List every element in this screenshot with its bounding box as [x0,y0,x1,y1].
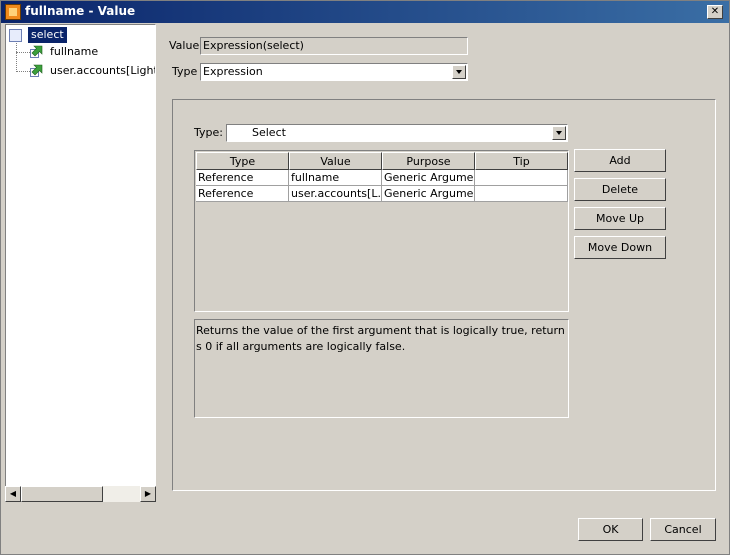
window-title: fullname - Value [25,4,136,18]
arguments-table: Type Value Purpose Tip Reference fullnam… [194,150,569,312]
move-down-button[interactable]: Move Down [574,236,666,259]
table-cell [475,170,568,186]
arrow-right-icon: ▶ [144,489,152,498]
tree-node-child-label: user.accounts[Lightho [50,64,155,77]
column-header-purpose[interactable]: Purpose [382,152,475,170]
tree-node-root[interactable]: select [6,27,155,43]
table-cell: user.accounts[L... [289,186,382,202]
table-cell: Reference [196,186,289,202]
function-node-icon [9,29,22,42]
arrow-left-icon: ◀ [9,489,17,498]
table-cell: Generic Argument [382,186,475,202]
chevron-down-icon[interactable] [552,126,566,140]
tree-horizontal-scrollbar[interactable]: ◀ ▶ [5,486,156,502]
close-icon: ✕ [710,6,720,17]
function-type-dropdown[interactable]: Select [226,124,568,142]
dialog-window: fullname - Value ✕ select fullname user.… [0,0,730,555]
table-cell: Generic Argument [382,170,475,186]
title-bar: fullname - Value ✕ [1,1,729,23]
scroll-left-button[interactable]: ◀ [5,486,21,502]
value-field: Expression(select) [200,37,468,55]
column-header-value[interactable]: Value [289,152,382,170]
expression-tree: select fullname user.accounts[Lightho [5,24,156,502]
reference-arrow-icon [30,64,43,77]
chevron-down-icon[interactable] [452,65,466,79]
move-up-button[interactable]: Move Up [574,207,666,230]
type-dropdown[interactable]: Expression [200,63,468,81]
scroll-right-button[interactable]: ▶ [140,486,156,502]
function-description: Returns the value of the first argument … [194,319,569,418]
delete-button[interactable]: Delete [574,178,666,201]
column-header-type[interactable]: Type [196,152,289,170]
close-button[interactable]: ✕ [707,5,723,19]
scroll-thumb[interactable] [21,486,103,502]
inner-type-label: Type: [194,126,223,139]
table-cell: Reference [196,170,289,186]
tree-node-root-label: select [28,27,67,43]
value-label: Value [169,39,200,52]
type-dropdown-value: Expression [203,65,263,78]
add-button[interactable]: Add [574,149,666,172]
tree-node-child-label: fullname [50,45,99,58]
description-text: Returns the value of the first argument … [196,324,565,353]
app-icon [5,4,21,20]
tree-node-child[interactable]: fullname [6,44,155,60]
reference-arrow-icon [30,45,43,58]
table-cell [475,186,568,202]
table-cell: fullname [289,170,382,186]
cancel-button[interactable]: Cancel [650,518,716,541]
ok-button[interactable]: OK [578,518,643,541]
function-type-value: Select [252,126,286,139]
type-label: Type [172,65,198,78]
value-field-text: Expression(select) [203,39,304,52]
column-header-tip[interactable]: Tip [475,152,568,170]
tree-node-child[interactable]: user.accounts[Lightho [6,63,155,79]
